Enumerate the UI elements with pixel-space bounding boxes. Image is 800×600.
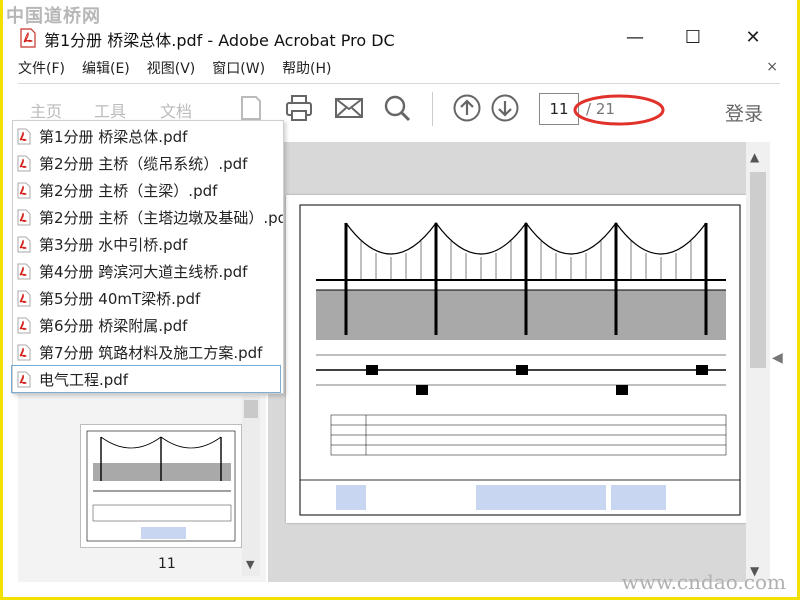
pdf-file-icon <box>17 263 31 280</box>
pdf-file-icon <box>17 209 31 226</box>
menu-edit[interactable]: 编辑(E) <box>82 58 130 82</box>
pdf-file-icon <box>17 317 31 334</box>
thumbnail-drawing <box>86 430 236 542</box>
recent-file-name: 第2分册 主桥（主塔边墩及基础）.pdf <box>39 209 284 227</box>
recent-file-name: 第5分册 40mT梁桥.pdf <box>39 290 201 308</box>
recent-file-item[interactable]: 第1分册 桥梁总体.pdf <box>13 123 283 150</box>
annotation-ellipse <box>573 94 665 126</box>
recent-file-item[interactable]: 第6分册 桥梁附属.pdf <box>13 312 283 339</box>
thumbnail-page-label: 11 <box>158 556 176 572</box>
thumbnail-scrollbar-thumb[interactable] <box>244 400 258 418</box>
recent-file-item[interactable]: 第5分册 40mT梁桥.pdf <box>13 285 283 312</box>
recent-file-name: 第6分册 桥梁附属.pdf <box>39 317 188 335</box>
thumbnail-scroll-down-icon[interactable]: ▼ <box>246 558 254 571</box>
pdf-file-icon <box>17 128 31 145</box>
email-icon[interactable] <box>334 93 364 123</box>
recent-file-item[interactable]: 第2分册 主桥（主梁）.pdf <box>13 177 283 204</box>
recent-file-item[interactable]: 第3分册 水中引桥.pdf <box>13 231 283 258</box>
pdf-file-icon <box>17 290 31 307</box>
page-thumbnail[interactable] <box>80 424 242 548</box>
recent-file-name: 第1分册 桥梁总体.pdf <box>39 128 188 146</box>
maximize-button[interactable]: ☐ <box>670 22 716 52</box>
recent-file-name: 第2分册 主桥（主梁）.pdf <box>39 182 218 200</box>
recent-file-item[interactable]: 第7分册 筑路材料及施工方案.pdf <box>13 339 283 366</box>
next-page-icon[interactable] <box>490 93 520 123</box>
menu-bar: 文件(F) 编辑(E) 视图(V) 窗口(W) 帮助(H) <box>18 58 349 82</box>
recent-file-item[interactable]: 第2分册 主桥（主塔边墩及基础）.pdf <box>13 204 283 231</box>
minimize-button[interactable]: — <box>612 22 658 52</box>
recent-files-dropdown: 第1分册 桥梁总体.pdf 第2分册 主桥（缆吊系统）.pdf 第2分册 主桥（… <box>12 120 284 394</box>
toolbar-divider-line <box>18 83 780 84</box>
menu-view[interactable]: 视图(V) <box>147 58 196 82</box>
close-button[interactable]: ✕ <box>730 22 776 52</box>
acrobat-pdf-icon <box>20 28 36 48</box>
pdf-file-icon <box>17 236 31 253</box>
toolbar-separator <box>432 92 433 126</box>
tab-document[interactable]: 文档 <box>160 98 192 122</box>
save-icon[interactable] <box>236 93 266 123</box>
tab-tools[interactable]: 工具 <box>94 98 126 122</box>
window-title: 第1分册 桥梁总体.pdf - Adobe Acrobat Pro DC <box>44 31 395 50</box>
bridge-drawing <box>299 204 741 516</box>
selection-highlight <box>11 365 281 393</box>
menu-file[interactable]: 文件(F) <box>18 58 65 82</box>
menu-help[interactable]: 帮助(H) <box>282 58 331 82</box>
document-scrollbar-thumb[interactable] <box>750 172 766 368</box>
previous-page-icon[interactable] <box>452 93 482 123</box>
right-panel-toggle-icon[interactable]: ◀ <box>772 350 783 366</box>
recent-file-item[interactable]: 第2分册 主桥（缆吊系统）.pdf <box>13 150 283 177</box>
menu-close-icon[interactable]: × <box>766 59 778 75</box>
recent-file-name: 第2分册 主桥（缆吊系统）.pdf <box>39 155 248 173</box>
recent-file-name: 第4分册 跨滨河大道主线桥.pdf <box>39 263 248 281</box>
watermark-top: 中国道桥网 <box>6 6 101 27</box>
search-icon[interactable] <box>382 93 412 123</box>
recent-file-item[interactable]: 第4分册 跨滨河大道主线桥.pdf <box>13 258 283 285</box>
tab-home[interactable]: 主页 <box>30 98 62 122</box>
pdf-file-icon <box>17 344 31 361</box>
print-icon[interactable] <box>284 93 314 123</box>
scroll-up-icon[interactable]: ▲ <box>750 150 759 164</box>
pdf-page[interactable] <box>286 195 746 523</box>
recent-file-name: 第7分册 筑路材料及施工方案.pdf <box>39 344 263 362</box>
thumbnail-scrollbar[interactable] <box>242 396 260 576</box>
recent-file-name: 第3分册 水中引桥.pdf <box>39 236 188 254</box>
pdf-file-icon <box>17 155 31 172</box>
pdf-file-icon <box>17 182 31 199</box>
login-button[interactable]: 登录 <box>725 99 763 126</box>
frame-left <box>0 0 3 600</box>
menu-window[interactable]: 窗口(W) <box>212 58 265 82</box>
watermark-bottom: www.cndao.com <box>621 570 786 594</box>
